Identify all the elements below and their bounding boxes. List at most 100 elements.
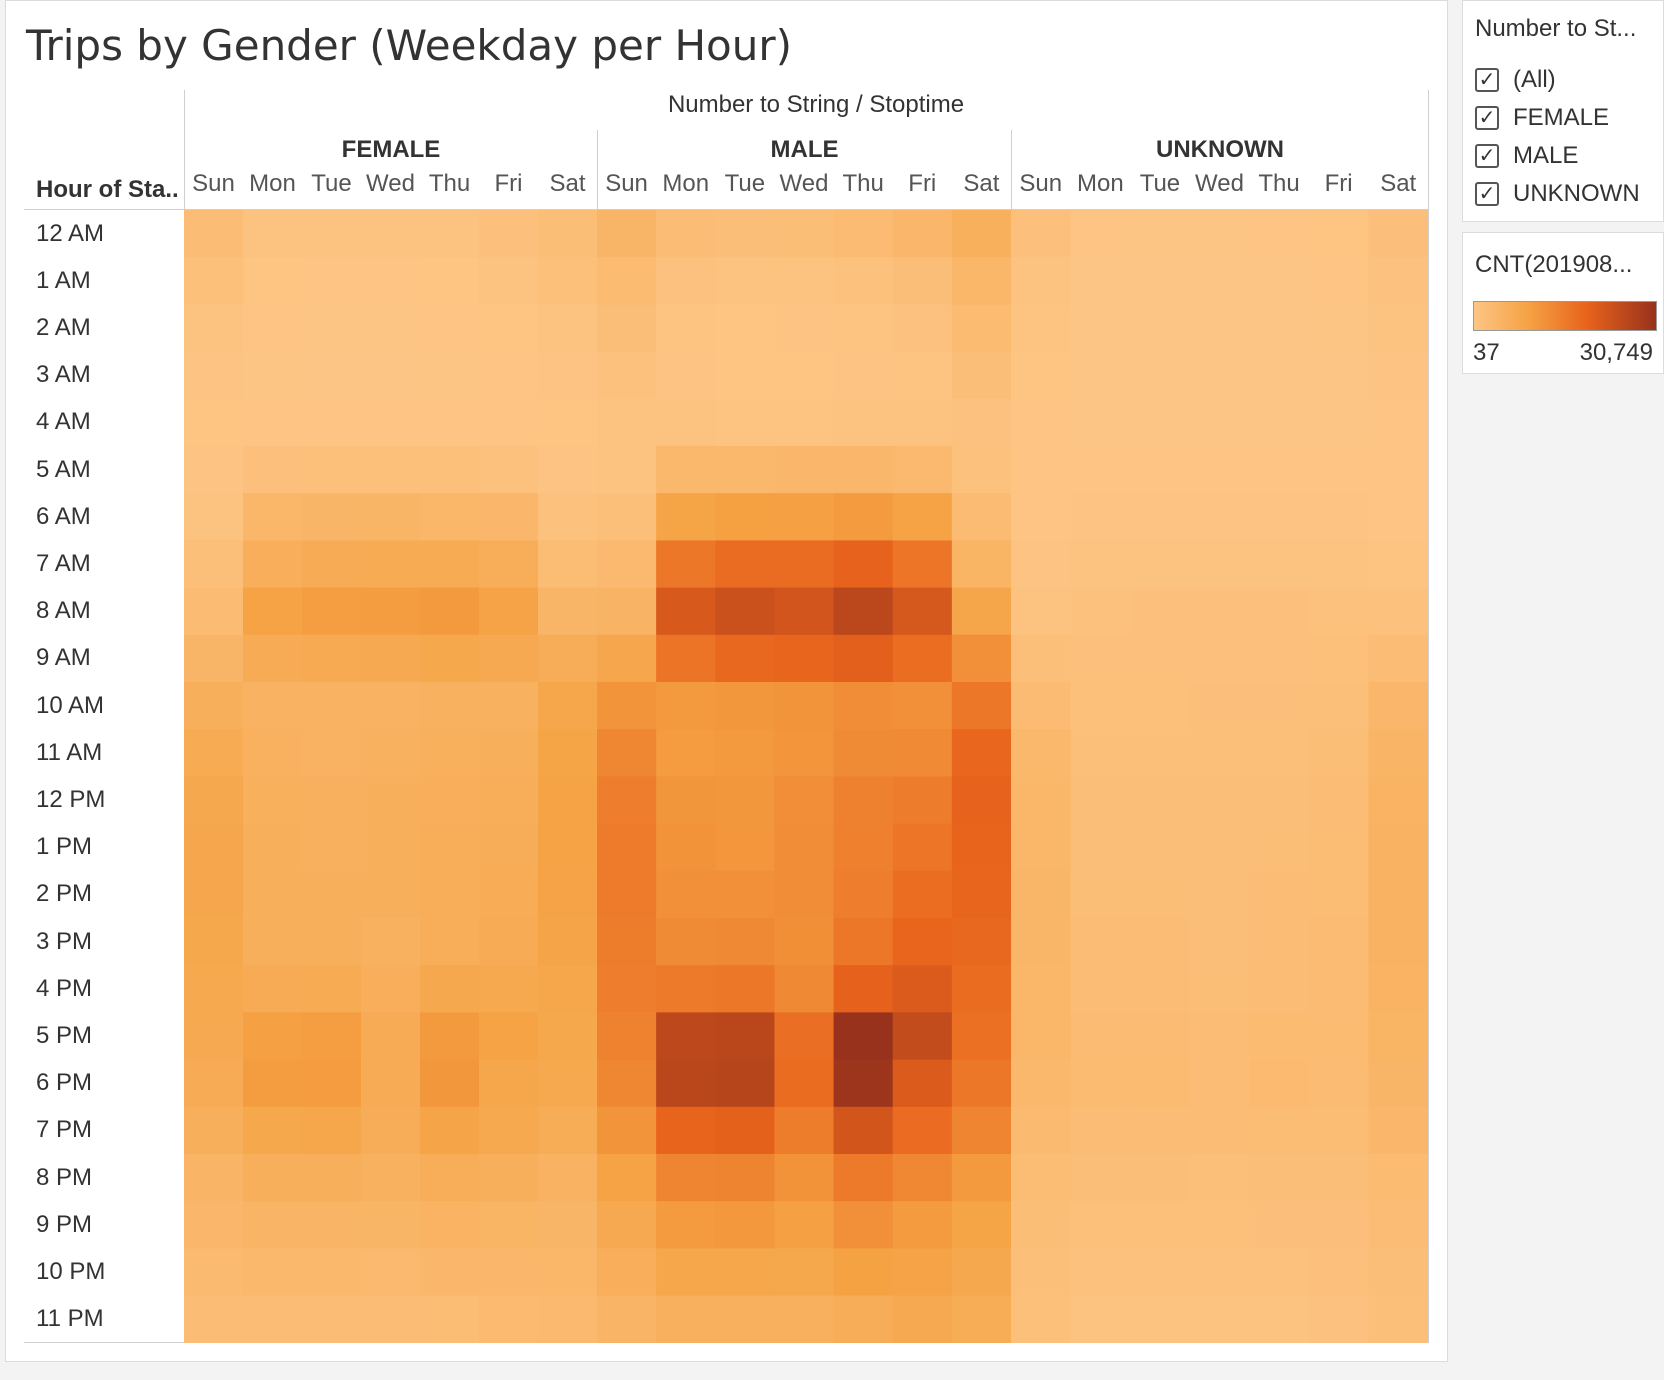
heat-cell — [1308, 540, 1370, 589]
heat-cell — [302, 398, 362, 447]
heat-cell — [538, 918, 598, 966]
heat-cell — [597, 823, 657, 872]
heat-cell — [892, 1295, 953, 1343]
heat-cell — [774, 1295, 835, 1343]
heat-cell — [774, 682, 835, 730]
heat-cell — [538, 634, 598, 683]
heat-cell — [715, 304, 776, 353]
heat-cell — [1249, 1106, 1310, 1155]
heat-cell — [1011, 587, 1072, 636]
heat-cell — [833, 965, 894, 1013]
heat-cell — [1070, 1295, 1131, 1343]
day-label: Thu — [428, 170, 471, 197]
heat-cell — [1070, 729, 1131, 777]
heat-cell — [1070, 1201, 1131, 1249]
heat-cell — [656, 965, 716, 1013]
heat-cell — [420, 918, 480, 966]
legend-min-label: 37 — [1473, 339, 1500, 366]
hour-label: 5 AM — [36, 455, 91, 483]
heat-cell — [1249, 351, 1310, 400]
heat-cell — [538, 729, 598, 777]
heat-cell — [774, 729, 835, 777]
heat-cell — [1011, 257, 1072, 305]
heat-cell — [892, 446, 953, 494]
heat-cell — [479, 540, 539, 589]
heat-cell — [1189, 493, 1250, 541]
heat-cell — [951, 210, 1012, 258]
heat-cell — [1249, 729, 1310, 777]
heat-cell — [420, 634, 480, 683]
heat-cell — [420, 1154, 480, 1202]
checkbox-icon[interactable]: ✓ — [1475, 182, 1499, 206]
heat-cell — [1308, 257, 1370, 305]
heat-cell — [479, 398, 539, 447]
filter-option-unknown[interactable]: ✓ UNKNOWN — [1475, 179, 1640, 209]
heat-cell — [538, 1201, 598, 1249]
color-legend-card: CNT(201908... 37 30,749 — [1462, 232, 1664, 374]
heat-cell — [184, 1059, 244, 1108]
heat-cell — [1130, 1295, 1191, 1343]
heat-cell — [243, 587, 303, 636]
heat-cell — [951, 1295, 1012, 1343]
heat-cell — [951, 446, 1012, 494]
heat-cell — [715, 682, 776, 730]
heat-cell — [1130, 1201, 1191, 1249]
heat-cell — [1189, 918, 1250, 966]
heat-cell — [1189, 1106, 1250, 1155]
day-label: Sat — [963, 170, 1000, 197]
heat-cell — [656, 1201, 716, 1249]
checkbox-icon[interactable]: ✓ — [1475, 144, 1499, 168]
heat-cell — [833, 1012, 894, 1061]
heat-cell — [715, 446, 776, 494]
hour-label: 8 AM — [36, 597, 91, 625]
filter-label: (All) — [1513, 66, 1556, 93]
heat-cell — [184, 776, 244, 825]
hour-label: 9 AM — [36, 644, 91, 672]
heat-cell — [1308, 493, 1370, 541]
heat-cell — [538, 398, 598, 447]
heat-cell — [833, 304, 894, 353]
heat-cell — [774, 540, 835, 589]
heat-cell — [1011, 776, 1072, 825]
hour-label: 10 PM — [36, 1258, 106, 1285]
heat-cell — [1070, 1154, 1131, 1202]
heat-cell — [774, 918, 835, 966]
heat-cell — [1130, 776, 1191, 825]
heat-cell — [597, 540, 657, 589]
heat-cell — [538, 446, 598, 494]
heat-cell — [656, 776, 716, 825]
heat-cell — [361, 304, 421, 353]
heat-cell — [302, 587, 362, 636]
heat-cell — [1011, 540, 1072, 589]
heat-cell — [1249, 1059, 1310, 1108]
heat-cell — [1189, 1154, 1250, 1202]
heat-cell — [951, 1106, 1012, 1155]
heat-cell — [774, 493, 835, 541]
heat-cell — [715, 398, 776, 447]
heat-cell — [1189, 1012, 1250, 1061]
heat-cell — [243, 729, 303, 777]
heat-cell — [656, 870, 716, 919]
checkbox-icon[interactable]: ✓ — [1475, 68, 1499, 92]
filter-option-all[interactable]: ✓ (All) — [1475, 65, 1556, 95]
heat-cell — [538, 1012, 598, 1061]
heat-cell — [715, 1154, 776, 1202]
heat-cell — [361, 257, 421, 305]
heat-cell — [951, 1012, 1012, 1061]
heat-cell — [833, 446, 894, 494]
heat-cell — [184, 304, 244, 353]
heat-cell — [1011, 1059, 1072, 1108]
heat-cell — [1189, 1201, 1250, 1249]
filter-option-female[interactable]: ✓ FEMALE — [1475, 103, 1609, 133]
heat-cell — [479, 1201, 539, 1249]
heat-cell — [892, 540, 953, 589]
heat-cell — [1308, 587, 1370, 636]
heat-cell — [184, 634, 244, 683]
heat-cell — [243, 1012, 303, 1061]
heat-cell — [833, 1154, 894, 1202]
heat-cell — [420, 1012, 480, 1061]
heat-cell — [1308, 398, 1370, 447]
filter-option-male[interactable]: ✓ MALE — [1475, 141, 1578, 171]
checkbox-icon[interactable]: ✓ — [1475, 106, 1499, 130]
heat-cell — [656, 493, 716, 541]
